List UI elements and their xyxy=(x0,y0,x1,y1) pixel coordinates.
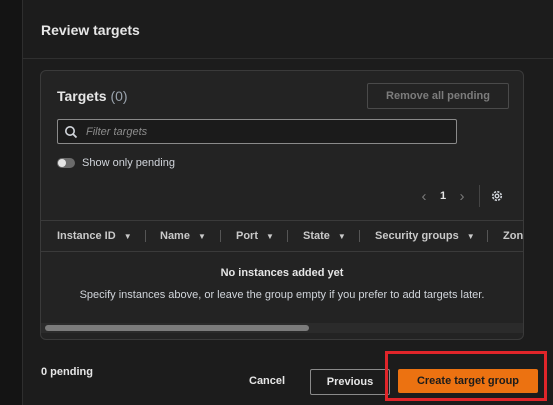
cancel-button[interactable]: Cancel xyxy=(249,375,285,387)
caret-down-icon: ▼ xyxy=(123,231,132,241)
column-divider xyxy=(220,230,221,242)
targets-table-header: Instance ID ▼ Name ▼ Port ▼ State ▼ Security… xyxy=(41,220,523,252)
empty-state-description: Specify instances above, or leave the gr… xyxy=(79,289,485,301)
previous-button[interactable]: Previous xyxy=(310,369,390,395)
column-security-groups[interactable]: Security groups ▼ xyxy=(375,221,475,251)
column-zone[interactable]: Zon xyxy=(503,221,523,251)
filter-targets-field[interactable] xyxy=(57,119,457,144)
column-label: Port xyxy=(236,230,258,242)
remove-all-pending-button[interactable]: Remove all pending xyxy=(367,83,509,109)
column-label: Instance ID xyxy=(57,230,116,242)
column-divider xyxy=(287,230,288,242)
column-port[interactable]: Port ▼ xyxy=(236,221,274,251)
show-only-pending-row: Show only pending xyxy=(57,157,175,169)
caret-down-icon: ▼ xyxy=(337,231,346,241)
column-label: State xyxy=(303,230,330,242)
column-label: Security groups xyxy=(375,230,459,242)
column-instance-id[interactable]: Instance ID ▼ xyxy=(57,221,132,251)
targets-heading: Targets (0) xyxy=(57,88,128,104)
targets-title: Targets xyxy=(57,88,107,104)
targets-card: Targets (0) Remove all pending Show only… xyxy=(40,70,524,340)
column-label: Name xyxy=(160,230,190,242)
caret-down-icon: ▼ xyxy=(466,231,475,241)
empty-state-title: No instances added yet xyxy=(220,267,344,279)
header-divider xyxy=(22,58,553,59)
pagination: ‹ 1 › xyxy=(415,185,504,207)
scrollbar-thumb[interactable] xyxy=(45,325,309,331)
show-only-pending-label: Show only pending xyxy=(82,157,175,169)
highlight-box xyxy=(385,351,547,401)
column-state[interactable]: State ▼ xyxy=(303,221,346,251)
column-name[interactable]: Name ▼ xyxy=(160,221,206,251)
caret-down-icon: ▼ xyxy=(197,231,206,241)
page-number[interactable]: 1 xyxy=(433,190,453,202)
chevron-left-icon[interactable]: ‹ xyxy=(415,188,433,205)
chevron-right-icon[interactable]: › xyxy=(453,188,471,205)
column-divider xyxy=(145,230,146,242)
pager-divider xyxy=(479,185,480,207)
gear-icon[interactable] xyxy=(490,189,504,203)
pending-count: 0 pending xyxy=(41,366,93,378)
filter-targets-input[interactable] xyxy=(84,124,448,139)
horizontal-scrollbar[interactable] xyxy=(41,323,523,333)
search-icon xyxy=(65,125,78,138)
section-title: Review targets xyxy=(41,22,140,38)
targets-count: (0) xyxy=(110,88,128,104)
column-label: Zon xyxy=(503,230,524,242)
caret-down-icon: ▼ xyxy=(266,231,274,241)
column-divider xyxy=(359,230,360,242)
column-divider xyxy=(487,230,488,242)
show-only-pending-toggle[interactable] xyxy=(57,158,75,168)
